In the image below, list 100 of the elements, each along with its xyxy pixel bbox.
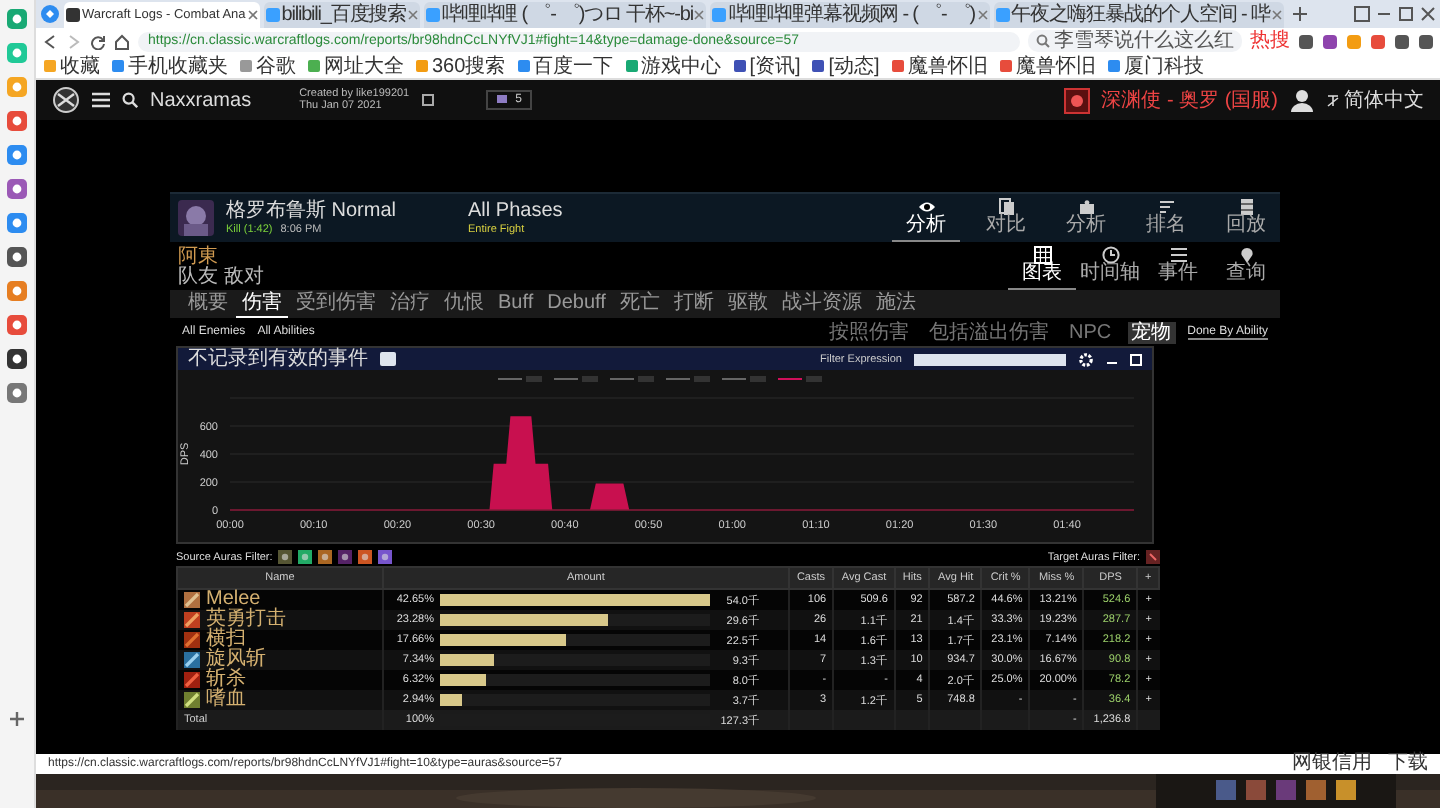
app-icon[interactable] xyxy=(6,246,28,268)
bookmark[interactable]: 360搜索 xyxy=(416,55,506,77)
aura-icon[interactable] xyxy=(378,550,393,564)
player-subtitle: 队友 敌对 xyxy=(178,267,264,287)
bookmark[interactable]: [动态] xyxy=(812,55,880,77)
close-icon[interactable] xyxy=(247,9,258,19)
player-selector[interactable]: 阿東 xyxy=(178,245,264,267)
report-tab[interactable]: 打断 xyxy=(667,291,720,317)
close-icon[interactable] xyxy=(1420,6,1436,22)
restore-icon[interactable] xyxy=(1354,6,1370,22)
close-icon[interactable] xyxy=(407,9,418,19)
bookmark[interactable]: 百度一下 xyxy=(517,55,614,77)
back-icon[interactable] xyxy=(42,33,58,49)
browser-tab[interactable]: 哔哩哔哩 ( ゜- ゜)つロ 干杯~-bi xyxy=(423,1,707,27)
close-icon[interactable] xyxy=(694,9,705,19)
ability-name[interactable]: 旋风斩 xyxy=(206,648,266,670)
boss-selector[interactable]: 格罗布鲁斯 Normal xyxy=(226,201,397,221)
language-menu[interactable]: 简体中文 xyxy=(1326,86,1424,114)
tab-favicon-icon xyxy=(265,7,280,21)
report-tab[interactable]: 驱散 xyxy=(721,291,774,317)
document-icon xyxy=(997,198,1015,216)
view-tab[interactable]: 分析 xyxy=(1052,194,1120,242)
view-tab[interactable]: 事件 xyxy=(1144,242,1212,290)
ability-name[interactable]: 英勇打击 xyxy=(206,608,286,630)
browser-logo-icon[interactable] xyxy=(40,4,60,24)
view-tab[interactable]: 分析 xyxy=(892,194,960,242)
aura-icon[interactable] xyxy=(358,550,373,564)
view-tab[interactable]: 查询 xyxy=(1212,242,1280,290)
character-icon[interactable] xyxy=(1063,87,1090,113)
tab-favicon-icon xyxy=(425,7,440,21)
report-tab[interactable]: 治疗 xyxy=(384,291,436,317)
comment-icon xyxy=(495,94,508,106)
browser-tab[interactable]: bilibili_百度搜索 xyxy=(263,1,420,27)
bookmark[interactable]: 厦门科技 xyxy=(1107,55,1204,77)
status-item[interactable]: 网银信用 xyxy=(1292,754,1372,774)
avatar-icon[interactable] xyxy=(1290,88,1314,112)
phase-selector[interactable]: All Phases xyxy=(468,201,563,221)
search-icon[interactable] xyxy=(122,92,138,108)
view-tab[interactable]: 时间轴 xyxy=(1076,242,1144,290)
ability-name[interactable]: 横扫 xyxy=(206,628,246,650)
settings-icon[interactable] xyxy=(1078,351,1094,367)
close-icon[interactable] xyxy=(977,9,987,19)
view-tab[interactable]: 对比 xyxy=(972,194,1040,242)
bookmark[interactable]: 收藏 xyxy=(44,55,100,77)
search-field[interactable]: 李雪琴说什么这么红 xyxy=(1028,30,1242,52)
list-icon xyxy=(1169,246,1187,264)
add-icon[interactable] xyxy=(8,710,26,728)
bookmark-icon xyxy=(112,60,124,72)
status-item[interactable]: 下载 xyxy=(1388,754,1428,774)
tab-favicon-icon xyxy=(712,7,727,21)
browser-tab[interactable]: 哔哩哔哩弹幕视频网 - ( ゜- ゜) xyxy=(710,1,989,27)
copy-icon[interactable] xyxy=(421,94,434,106)
bookmark[interactable]: [资讯] xyxy=(733,55,801,77)
event-filter-selector[interactable]: 不记录到有效的事件 xyxy=(188,348,368,370)
filter-expression-field[interactable] xyxy=(914,353,1066,365)
bookmark-icon xyxy=(240,60,252,72)
report-tab[interactable]: 战斗资源 xyxy=(775,291,868,317)
filter-toggle[interactable]: NPC xyxy=(1065,321,1116,343)
ability-name[interactable]: Melee xyxy=(206,588,261,610)
aura-icon[interactable] xyxy=(298,550,313,564)
bookmark-icon xyxy=(1107,60,1120,72)
eye-icon xyxy=(917,198,935,216)
ability-name[interactable]: 斩杀 xyxy=(206,668,246,690)
filter-toggle[interactable]: 包括溢出伤害 xyxy=(925,321,1054,343)
bookmark[interactable]: 网址大全 xyxy=(308,55,404,77)
bookmark[interactable]: 游戏中心 xyxy=(625,55,722,77)
color-swatch-button[interactable] xyxy=(380,352,396,366)
home-icon[interactable] xyxy=(114,33,130,49)
reload-icon[interactable] xyxy=(90,33,106,49)
app-icon[interactable] xyxy=(6,348,28,370)
filter-toggle[interactable]: 宠物 xyxy=(1127,321,1176,343)
report-tab[interactable]: 施法 xyxy=(869,291,922,317)
browser-tab[interactable]: 午夜之嗨狂暴战的个人空间 - 哔 xyxy=(993,1,1284,27)
report-tab[interactable]: Buff xyxy=(492,291,540,317)
aura-icon[interactable] xyxy=(338,550,353,564)
report-tab[interactable]: Debuff xyxy=(541,291,612,317)
character-name[interactable]: 深渊使 - 奥罗 (国服) xyxy=(1101,86,1278,114)
report-tab[interactable]: 伤害 xyxy=(236,291,288,317)
ability-icon xyxy=(184,672,200,688)
report-tab[interactable]: 概要 xyxy=(182,291,234,317)
aura-icon[interactable] xyxy=(318,550,333,564)
bookmark-icon xyxy=(999,60,1012,72)
new-tab-icon[interactable] xyxy=(1291,6,1308,22)
report-tab[interactable]: 死亡 xyxy=(613,291,666,317)
bookmark[interactable]: 谷歌 xyxy=(240,55,296,77)
bookmark[interactable]: 手机收藏夹 xyxy=(112,55,228,77)
ability-icon xyxy=(184,632,200,648)
filter-toggle[interactable]: 按照伤害 xyxy=(825,321,914,343)
bookmark[interactable]: 魔兽怀旧 xyxy=(891,55,988,77)
report-tab[interactable]: 仇恨 xyxy=(438,291,490,317)
menu-icon[interactable] xyxy=(92,92,110,108)
site-logo-icon[interactable] xyxy=(52,86,80,114)
close-icon[interactable] xyxy=(1271,9,1282,19)
aura-icon[interactable] xyxy=(278,550,293,564)
view-tab[interactable]: 回放 xyxy=(1212,194,1280,242)
view-tab[interactable]: 排名 xyxy=(1132,194,1200,242)
clock-icon xyxy=(1101,246,1119,264)
report-tab[interactable]: 受到伤害 xyxy=(290,291,382,317)
ability-name[interactable]: 嗜血 xyxy=(206,688,246,710)
bookmark[interactable]: 魔兽怀旧 xyxy=(999,55,1096,77)
